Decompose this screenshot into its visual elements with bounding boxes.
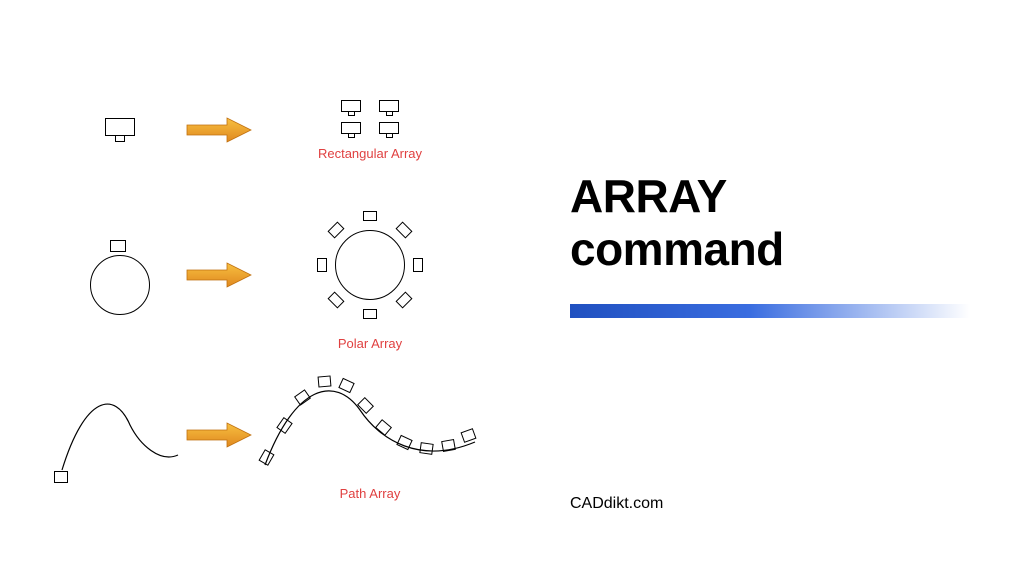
path-array-row: Path Array — [60, 360, 480, 510]
box-icon — [328, 291, 345, 308]
arrow-icon — [180, 420, 260, 450]
page-title: ARRAY command — [570, 170, 990, 276]
box-icon — [396, 221, 413, 238]
box-icon — [363, 309, 377, 319]
monitor-icon — [105, 118, 135, 142]
monitor-icon — [341, 100, 361, 116]
accent-bar — [570, 304, 970, 318]
arrow-icon — [180, 260, 260, 290]
title-block: ARRAY command — [570, 170, 990, 318]
rect-source — [60, 118, 180, 142]
polar-source — [60, 235, 180, 315]
box-icon — [363, 211, 377, 221]
rect-label: Rectangular Array — [318, 146, 422, 161]
box-icon — [413, 258, 423, 272]
polar-array-row: Polar Array — [60, 200, 480, 350]
box-icon — [110, 240, 126, 252]
box-icon — [328, 221, 345, 238]
box-icon — [318, 375, 332, 387]
arrow-icon — [180, 115, 260, 145]
path-label: Path Array — [340, 486, 401, 501]
polar-result: Polar Array — [260, 200, 480, 351]
circle-icon — [335, 230, 405, 300]
diagram-area: Rectangular Array — [60, 70, 480, 510]
monitor-icon — [379, 100, 399, 116]
path-result: Path Array — [260, 370, 480, 501]
credit-text: CADdikt.com — [570, 495, 663, 513]
polar-label: Polar Array — [338, 336, 402, 351]
curve-icon — [260, 370, 480, 480]
curve-icon — [60, 385, 180, 485]
monitor-icon — [341, 122, 361, 138]
box-icon — [54, 471, 68, 483]
rect-result: Rectangular Array — [260, 100, 480, 161]
box-icon — [317, 258, 327, 272]
rectangular-array-row: Rectangular Array — [60, 70, 480, 190]
monitor-icon — [379, 122, 399, 138]
title-line-2: command — [570, 223, 784, 275]
circle-icon — [90, 255, 150, 315]
box-icon — [396, 291, 413, 308]
box-icon — [419, 442, 433, 455]
path-source — [60, 385, 180, 485]
title-line-1: ARRAY — [570, 170, 727, 222]
box-icon — [441, 438, 456, 451]
